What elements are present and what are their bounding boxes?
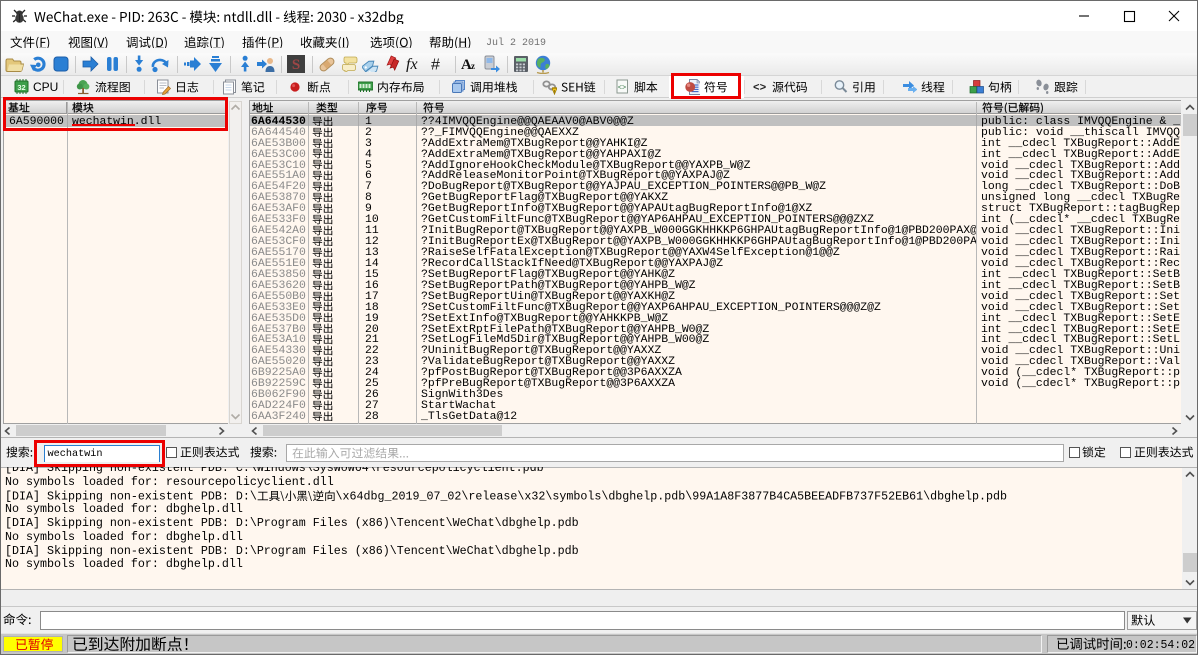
svg-text:z: z: [471, 61, 475, 71]
svg-text:<>: <>: [753, 83, 767, 95]
svg-text:#: #: [431, 57, 440, 73]
svg-text:S: S: [292, 57, 300, 73]
svg-text:fx: fx: [406, 56, 418, 72]
svg-text:<>: <>: [618, 85, 626, 93]
svg-text:!: !: [554, 89, 555, 94]
svg-text:32: 32: [17, 83, 25, 92]
